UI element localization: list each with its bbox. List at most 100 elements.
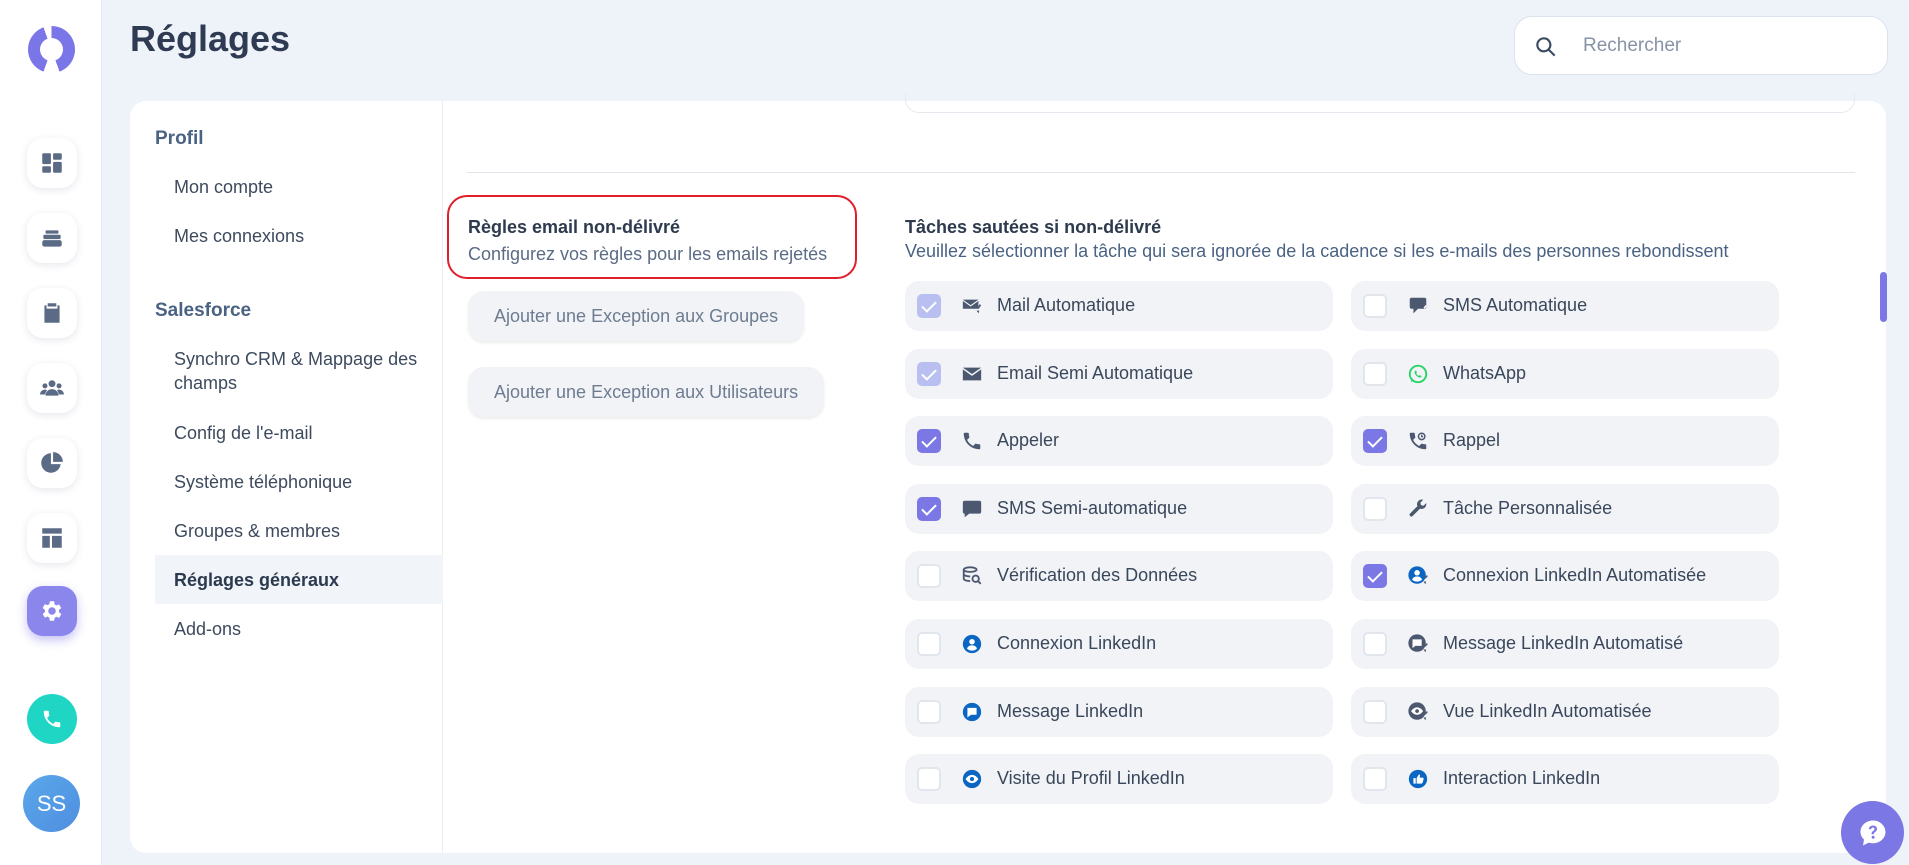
add-user-exception-button[interactable]: Ajouter une Exception aux Utilisateurs bbox=[468, 367, 825, 417]
task-checkbox[interactable] bbox=[917, 429, 941, 453]
task-checkbox[interactable] bbox=[917, 497, 941, 521]
skipped-tasks-title: Tâches sautées si non-délivré bbox=[905, 217, 1162, 237]
user-avatar[interactable]: SS bbox=[23, 775, 80, 832]
whatsapp-icon bbox=[1407, 363, 1429, 385]
task-label: Email Semi Automatique bbox=[997, 363, 1194, 383]
task-checkbox[interactable] bbox=[917, 700, 941, 724]
task-option[interactable]: Rappel bbox=[1351, 416, 1779, 466]
task-checkbox[interactable] bbox=[917, 767, 941, 791]
search-input[interactable] bbox=[1583, 31, 1873, 61]
task-option[interactable]: SMS Semi-automatique bbox=[905, 484, 1333, 534]
task-option[interactable]: Email Semi Automatique bbox=[905, 349, 1333, 399]
phone-icon bbox=[961, 430, 983, 452]
task-label: Connexion LinkedIn bbox=[997, 633, 1157, 653]
bounce-rules-subtitle: Configurez vos règles pour les emails re… bbox=[468, 244, 828, 264]
bounce-rules-title: Règles email non-délivré bbox=[468, 217, 681, 237]
search-icon bbox=[1536, 37, 1556, 57]
settings-content: Règles email non-délivré Configurez vos … bbox=[443, 93, 1886, 853]
task-option[interactable]: WhatsApp bbox=[1351, 349, 1779, 399]
linkedin-connect-icon bbox=[961, 633, 983, 655]
app-logo[interactable] bbox=[28, 26, 75, 73]
help-chat-button[interactable] bbox=[1841, 801, 1904, 864]
task-option[interactable]: Tâche Personnalisée bbox=[1351, 484, 1779, 534]
task-label: Mail Automatique bbox=[997, 295, 1136, 315]
task-label: Vue LinkedIn Automatisée bbox=[1443, 701, 1652, 721]
task-checkbox[interactable] bbox=[1363, 700, 1387, 724]
clipboard-icon[interactable] bbox=[27, 288, 77, 338]
linkedin-message-icon bbox=[961, 701, 983, 723]
callback-icon bbox=[1407, 430, 1429, 452]
dashboard-icon[interactable] bbox=[27, 138, 77, 188]
nav-item-mes-connexions[interactable]: Mes connexions bbox=[155, 214, 443, 258]
task-label: Message LinkedIn Automatisé bbox=[1443, 633, 1684, 653]
envelope-icon bbox=[961, 363, 983, 385]
nav-item-add-ons[interactable]: Add-ons bbox=[155, 607, 443, 651]
section-title-salesforce: Salesforce bbox=[155, 300, 252, 321]
task-checkbox[interactable] bbox=[1363, 767, 1387, 791]
task-option[interactable]: Message LinkedIn Automatisé bbox=[1351, 619, 1779, 669]
task-checkbox[interactable] bbox=[917, 632, 941, 656]
nav-item-systeme-telephonique[interactable]: Système téléphonique bbox=[155, 460, 443, 504]
scrollbar-thumb[interactable] bbox=[1880, 272, 1887, 322]
mail-auto-icon bbox=[961, 295, 983, 317]
search-box[interactable] bbox=[1514, 16, 1888, 75]
task-label: SMS Semi-automatique bbox=[997, 498, 1188, 518]
users-icon[interactable] bbox=[27, 363, 77, 413]
task-option[interactable]: Mail Automatique bbox=[905, 281, 1333, 331]
task-label: Visite du Profil LinkedIn bbox=[997, 768, 1185, 788]
add-group-exception-button[interactable]: Ajouter une Exception aux Groupes bbox=[468, 291, 805, 341]
section-divider bbox=[467, 172, 1855, 173]
sms-auto-icon bbox=[1407, 295, 1429, 317]
page-title: Réglages bbox=[130, 18, 291, 59]
previous-section-edge bbox=[905, 93, 1855, 113]
pie-chart-icon[interactable] bbox=[27, 438, 77, 488]
nav-item-groupes-membres[interactable]: Groupes & membres bbox=[155, 509, 443, 553]
task-option[interactable]: Appeler bbox=[905, 416, 1333, 466]
task-checkbox[interactable] bbox=[1363, 632, 1387, 656]
nav-item-mon-compte[interactable]: Mon compte bbox=[155, 165, 443, 209]
task-label: Interaction LinkedIn bbox=[1443, 768, 1601, 788]
task-option[interactable]: Vue LinkedIn Automatisée bbox=[1351, 687, 1779, 737]
task-option[interactable]: Vérification des Données bbox=[905, 551, 1333, 601]
task-label: Message LinkedIn bbox=[997, 701, 1144, 721]
template-icon[interactable] bbox=[27, 513, 77, 563]
nav-item-config-email[interactable]: Config de l'e-mail bbox=[155, 411, 443, 455]
help-icon bbox=[1860, 820, 1885, 845]
linkedin-auto-view-icon bbox=[1407, 701, 1429, 723]
task-option[interactable]: Connexion LinkedIn Automatisée bbox=[1351, 551, 1779, 601]
nav-item-reglages-generaux[interactable]: Réglages généraux bbox=[155, 555, 443, 604]
nav-item-synchro-crm[interactable]: Synchro CRM & Mappage des champs bbox=[155, 337, 443, 405]
task-checkbox[interactable] bbox=[917, 564, 941, 588]
chat-bubble-icon bbox=[961, 498, 983, 520]
softphone-button[interactable] bbox=[27, 694, 77, 744]
task-label: WhatsApp bbox=[1443, 363, 1527, 383]
task-option[interactable]: Connexion LinkedIn bbox=[905, 619, 1333, 669]
linkedin-auto-connect-icon bbox=[1407, 565, 1429, 587]
task-checkbox bbox=[917, 362, 941, 386]
task-checkbox[interactable] bbox=[1363, 294, 1387, 318]
task-label: SMS Automatique bbox=[1443, 295, 1588, 315]
task-label: Connexion LinkedIn Automatisée bbox=[1443, 565, 1707, 585]
task-checkbox[interactable] bbox=[1363, 564, 1387, 588]
task-label: Appeler bbox=[997, 430, 1060, 450]
task-label: Vérification des Données bbox=[997, 565, 1198, 585]
linkedin-visit-icon bbox=[961, 768, 983, 790]
task-label: Rappel bbox=[1443, 430, 1501, 450]
task-checkbox[interactable] bbox=[1363, 362, 1387, 386]
wrench-icon bbox=[1407, 498, 1429, 520]
task-checkbox[interactable] bbox=[1363, 497, 1387, 521]
section-title-profil: Profil bbox=[155, 128, 204, 149]
linkedin-interaction-icon bbox=[1407, 768, 1429, 790]
gear-icon[interactable] bbox=[27, 586, 77, 636]
task-option[interactable]: Visite du Profil LinkedIn bbox=[905, 754, 1333, 804]
task-checkbox[interactable] bbox=[1363, 429, 1387, 453]
settings-panel: Profil Mon compte Mes connexions Salesfo… bbox=[130, 93, 1886, 853]
skipped-tasks-subtitle: Veuillez sélectionner la tâche qui sera … bbox=[905, 241, 1729, 261]
settings-subnav: Profil Mon compte Mes connexions Salesfo… bbox=[130, 101, 443, 853]
task-option[interactable]: Interaction LinkedIn bbox=[1351, 754, 1779, 804]
task-option[interactable]: SMS Automatique bbox=[1351, 281, 1779, 331]
task-option[interactable]: Message LinkedIn bbox=[905, 687, 1333, 737]
left-rail: SS bbox=[0, 0, 102, 865]
layers-icon[interactable] bbox=[27, 213, 77, 263]
linkedin-auto-message-icon bbox=[1407, 633, 1429, 655]
